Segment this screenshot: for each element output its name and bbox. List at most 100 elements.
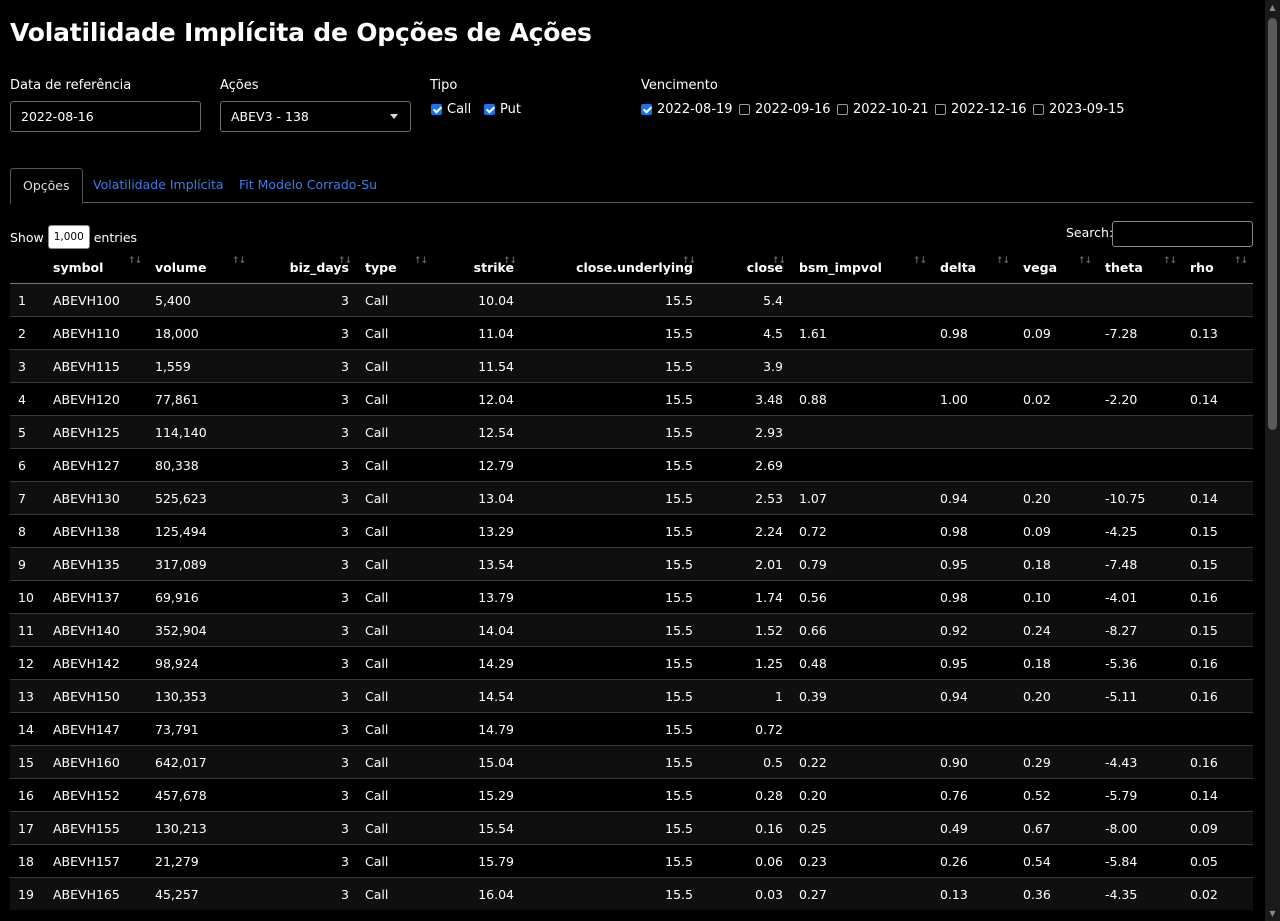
checkbox-checked-icon[interactable] <box>641 104 652 115</box>
table-row[interactable]: 15 ABEVH160 642,017 3 Call 15.04 15.5 0.5 0.22 0.… <box>10 745 1253 779</box>
table-cell: 15.5 <box>522 613 701 647</box>
expiry-checkbox-2[interactable]: 2022-10-21 <box>837 102 929 117</box>
search-input[interactable] <box>1112 221 1253 247</box>
sort-icon[interactable]: ↑↓ <box>772 256 786 266</box>
column-header-label: vega <box>1023 259 1058 275</box>
table-row[interactable]: 5 ABEVH125 114,140 3 Call 12.54 15.5 2.93 <box>10 415 1253 449</box>
table-cell <box>1015 283 1097 317</box>
expiry-checkbox-3[interactable]: 2022-12-16 <box>935 102 1027 117</box>
date-input[interactable]: 2022-08-16 <box>10 101 201 132</box>
table-row[interactable]: 8 ABEVH138 125,494 3 Call 13.29 15.5 2.24 0.72 0.… <box>10 514 1253 548</box>
length-select[interactable]: 1,000 <box>47 225 90 249</box>
table-row[interactable]: 6 ABEVH127 80,338 3 Call 12.79 15.5 2.69 <box>10 448 1253 482</box>
sort-icon[interactable]: ↑↓ <box>338 256 352 266</box>
table-cell: 73,791 <box>147 712 251 746</box>
table-row[interactable]: 1 ABEVH100 5,400 3 Call 10.04 15.5 5.4 <box>10 283 1253 317</box>
checkbox-unchecked-icon[interactable] <box>739 104 750 115</box>
table-cell: 0.14 <box>1182 382 1253 416</box>
sort-icon[interactable]: ↑↓ <box>414 256 428 266</box>
tab-fit-modelo-corrado-su[interactable]: Fit Modelo Corrado-Su <box>227 168 389 201</box>
table-cell: 9 <box>10 547 45 581</box>
table-row[interactable]: 18 ABEVH157 21,279 3 Call 15.79 15.5 0.06 0.23 0.… <box>10 844 1253 878</box>
column-header-vega[interactable]: vega ↑↓ <box>1015 251 1097 284</box>
table-cell: 0.06 <box>701 844 791 878</box>
table-row[interactable]: 11 ABEVH140 352,904 3 Call 14.04 15.5 1.52 0.66 0… <box>10 613 1253 647</box>
sort-icon[interactable]: ↑↓ <box>1163 256 1177 266</box>
table-cell: 0.76 <box>932 778 1015 812</box>
column-header-delta[interactable]: delta ↑↓ <box>932 251 1015 284</box>
column-header-type[interactable]: type ↑↓ <box>357 251 433 284</box>
column-header-close-underlying[interactable]: close.underlying ↑↓ <box>522 251 701 284</box>
column-header-rho[interactable]: rho ↑↓ <box>1182 251 1253 284</box>
table-cell: Call <box>357 778 433 812</box>
table-row[interactable]: 16 ABEVH152 457,678 3 Call 15.29 15.5 0.28 0.20 0… <box>10 778 1253 812</box>
column-header-symbol[interactable]: symbol ↑↓ <box>45 251 147 284</box>
scroll-down-icon[interactable]: ▼ <box>1265 906 1280 921</box>
table-cell: 0.18 <box>1015 547 1097 581</box>
table-cell: ABEVH130 <box>45 481 147 515</box>
table-cell: 0.05 <box>1182 844 1253 878</box>
column-header-index <box>10 251 45 284</box>
scrollbar[interactable]: ▲ ▼ <box>1265 0 1280 921</box>
table-cell: 0.20 <box>791 778 932 812</box>
sort-icon[interactable]: ↑↓ <box>503 256 517 266</box>
sort-icon[interactable]: ↑↓ <box>913 256 927 266</box>
tab-volatilidade-implicita[interactable]: Volatilidade Implícita <box>81 168 236 201</box>
table-cell: 10 <box>10 580 45 614</box>
table-cell: 2.01 <box>701 547 791 581</box>
sort-icon[interactable]: ↑↓ <box>232 256 246 266</box>
table-cell: Call <box>357 448 433 482</box>
table-cell: 0.39 <box>791 679 932 713</box>
table-row[interactable]: 19 ABEVH165 45,257 3 Call 16.04 15.5 0.03 0.27 0.… <box>10 877 1253 910</box>
table-cell <box>1097 349 1182 383</box>
table-row[interactable]: 10 ABEVH137 69,916 3 Call 13.79 15.5 1.74 0.56 0.… <box>10 580 1253 614</box>
column-header-theta[interactable]: theta ↑↓ <box>1097 251 1182 284</box>
checkbox-checked-icon[interactable] <box>431 104 442 115</box>
table-cell: 0.52 <box>1015 778 1097 812</box>
table-row[interactable]: 9 ABEVH135 317,089 3 Call 13.54 15.5 2.01 0.79 0.… <box>10 547 1253 581</box>
sort-icon[interactable]: ↑↓ <box>682 256 696 266</box>
column-header-label: close.underlying <box>576 259 693 275</box>
table-cell: 0.15 <box>1182 547 1253 581</box>
table-cell: 18,000 <box>147 316 251 350</box>
column-header-strike[interactable]: strike ↑↓ <box>433 251 522 284</box>
expiry-label-0: 2022-08-19 <box>657 102 733 117</box>
sort-icon[interactable]: ↑↓ <box>996 256 1010 266</box>
table-cell: 3 <box>251 877 357 910</box>
type-checkbox-put[interactable]: Put <box>484 102 521 117</box>
table-row[interactable]: 3 ABEVH115 1,559 3 Call 11.54 15.5 3.9 <box>10 349 1253 383</box>
table-row[interactable]: 12 ABEVH142 98,924 3 Call 14.29 15.5 1.25 0.48 0.… <box>10 646 1253 680</box>
scroll-up-icon[interactable]: ▲ <box>1265 0 1280 15</box>
checkbox-unchecked-icon[interactable] <box>935 104 946 115</box>
table-cell: 0.13 <box>1182 316 1253 350</box>
expiry-checkbox-0[interactable]: 2022-08-19 <box>641 102 733 117</box>
checkbox-checked-icon[interactable] <box>484 104 495 115</box>
scrollbar-thumb[interactable] <box>1268 18 1277 430</box>
sort-icon[interactable]: ↑↓ <box>128 256 142 266</box>
sort-icon[interactable]: ↑↓ <box>1078 256 1092 266</box>
table-cell: ABEVH110 <box>45 316 147 350</box>
table-row[interactable]: 7 ABEVH130 525,623 3 Call 13.04 15.5 2.53 1.07 0.… <box>10 481 1253 515</box>
table-cell: Call <box>357 646 433 680</box>
column-header-close[interactable]: close ↑↓ <box>701 251 791 284</box>
expiry-checkbox-4[interactable]: 2023-09-15 <box>1033 102 1125 117</box>
table-cell: 0.18 <box>1015 646 1097 680</box>
column-header-bsm-impvol[interactable]: bsm_impvol ↑↓ <box>791 251 932 284</box>
column-header-label: theta <box>1105 259 1143 275</box>
table-row[interactable]: 4 ABEVH120 77,861 3 Call 12.04 15.5 3.48 0.88 1.0… <box>10 382 1253 416</box>
checkbox-unchecked-icon[interactable] <box>837 104 848 115</box>
type-label: Tipo <box>430 78 458 93</box>
column-header-volume[interactable]: volume ↑↓ <box>147 251 251 284</box>
column-header-biz-days[interactable]: biz_days ↑↓ <box>251 251 357 284</box>
expiry-checkbox-1[interactable]: 2022-09-16 <box>739 102 831 117</box>
table-row[interactable]: 17 ABEVH155 130,213 3 Call 15.54 15.5 0.16 0.25 0… <box>10 811 1253 845</box>
table-cell: -8.00 <box>1097 811 1182 845</box>
tab-opcoes[interactable]: Opções <box>10 168 83 204</box>
table-row[interactable]: 14 ABEVH147 73,791 3 Call 14.79 15.5 0.72 <box>10 712 1253 746</box>
type-checkbox-call[interactable]: Call <box>431 102 471 117</box>
stock-select[interactable]: ABEV3 - 138 <box>220 101 411 132</box>
checkbox-unchecked-icon[interactable] <box>1033 104 1044 115</box>
table-row[interactable]: 2 ABEVH110 18,000 3 Call 11.04 15.5 4.5 1.61 0.98… <box>10 316 1253 350</box>
table-row[interactable]: 13 ABEVH150 130,353 3 Call 14.54 15.5 1 0.39 0.94… <box>10 679 1253 713</box>
sort-icon[interactable]: ↑↓ <box>1234 256 1248 266</box>
